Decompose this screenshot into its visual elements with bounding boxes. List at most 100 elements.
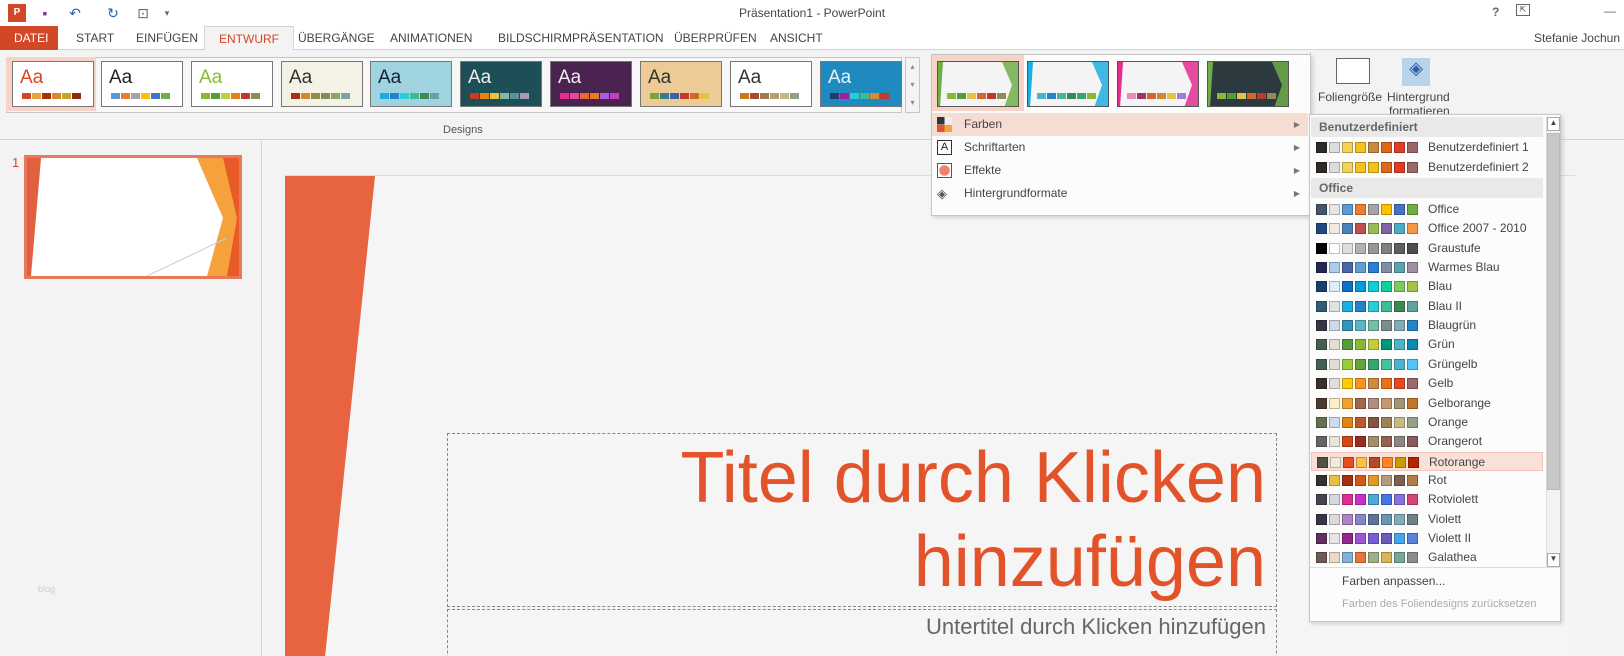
variant-thumbnail[interactable] bbox=[1207, 61, 1289, 107]
color-scheme-swatches bbox=[1316, 339, 1418, 351]
color-scheme-swatches bbox=[1316, 242, 1418, 254]
scrollbar-thumb[interactable] bbox=[1547, 133, 1560, 490]
color-swatch bbox=[1329, 242, 1340, 254]
color-scheme-item[interactable]: Grün bbox=[1311, 335, 1543, 354]
color-swatch bbox=[1257, 93, 1266, 99]
slide-size-icon[interactable] bbox=[1336, 58, 1370, 84]
theme-thumbnail[interactable]: Aa bbox=[191, 61, 273, 107]
color-scheme-item[interactable]: Rotviolett bbox=[1311, 490, 1543, 509]
menu-item-hintergrundformate[interactable]: ◈ Hintergrundformate ▶ bbox=[932, 182, 1308, 205]
theme-thumbnail[interactable]: Aa bbox=[730, 61, 812, 107]
color-scheme-item[interactable]: Graustufe bbox=[1311, 239, 1543, 258]
theme-color-swatches bbox=[380, 93, 439, 99]
color-scheme-item[interactable]: Office 2007 - 2010 bbox=[1311, 219, 1543, 238]
color-swatch bbox=[1355, 204, 1366, 215]
theme-thumbnail[interactable]: Aa bbox=[550, 61, 632, 107]
color-swatch bbox=[997, 93, 1006, 99]
variant-thumbnail[interactable] bbox=[937, 61, 1019, 107]
scroll-down-icon[interactable]: ▼ bbox=[1547, 553, 1560, 567]
format-background-icon[interactable]: ◈ bbox=[1402, 58, 1430, 86]
color-swatch bbox=[1316, 416, 1327, 428]
theme-thumbnail[interactable]: Aa bbox=[370, 61, 452, 107]
minimize-button[interactable]: — bbox=[1604, 4, 1616, 18]
color-scheme-item[interactable]: Gelborange bbox=[1311, 394, 1543, 413]
tab-animationen[interactable]: ANIMATIONEN bbox=[376, 26, 486, 50]
submenu-arrow-icon: ▶ bbox=[1293, 166, 1300, 175]
color-scheme-name: Warmes Blau bbox=[1428, 260, 1500, 275]
section-header-custom: Benutzerdefiniert bbox=[1311, 117, 1543, 137]
color-scheme-name: Gelb bbox=[1428, 376, 1454, 391]
scroll-up-icon[interactable]: ▲ bbox=[1547, 117, 1560, 131]
color-scheme-item[interactable]: Violett II bbox=[1311, 529, 1543, 548]
color-swatch bbox=[1267, 93, 1276, 99]
color-scheme-item[interactable]: Orangerot bbox=[1311, 432, 1543, 451]
color-swatch bbox=[380, 93, 389, 99]
color-scheme-item[interactable]: Violett bbox=[1311, 510, 1543, 529]
color-swatch bbox=[1330, 456, 1341, 468]
color-scheme-item[interactable]: Rotorange bbox=[1311, 451, 1543, 471]
slide-thumbnail[interactable] bbox=[24, 155, 242, 279]
tab-start[interactable]: START bbox=[62, 26, 128, 50]
format-background-button[interactable]: Hintergrund bbox=[1387, 90, 1450, 104]
menu-item-schriftarten[interactable]: A Schriftarten ▶ bbox=[932, 136, 1308, 159]
submenu-scrollbar[interactable]: ▲ ▼ bbox=[1546, 117, 1560, 567]
color-scheme-item[interactable]: Benutzerdefiniert 1 bbox=[1311, 138, 1543, 157]
theme-thumbnail[interactable]: Aa bbox=[460, 61, 542, 107]
color-scheme-item[interactable]: Benutzerdefiniert 2 bbox=[1311, 158, 1543, 177]
variant-thumbnail[interactable] bbox=[1117, 61, 1199, 107]
color-swatch bbox=[1329, 552, 1340, 564]
color-scheme-item[interactable]: Grüngelb bbox=[1311, 355, 1543, 374]
color-scheme-item[interactable]: Rot bbox=[1311, 471, 1543, 490]
color-swatch bbox=[1316, 300, 1327, 312]
color-swatch bbox=[1368, 378, 1379, 390]
tab-datei[interactable]: DATEI bbox=[0, 26, 58, 50]
tab-ueberpruefen[interactable]: ÜBERPRÜFEN bbox=[660, 26, 771, 50]
tab-uebergaenge[interactable]: ÜBERGÄNGE bbox=[284, 26, 389, 50]
color-swatch bbox=[1316, 242, 1327, 254]
color-swatch bbox=[141, 93, 150, 99]
help-button[interactable]: ? bbox=[1492, 5, 1499, 19]
variant-thumbnail[interactable] bbox=[1027, 61, 1109, 107]
tab-einfuegen[interactable]: EINFÜGEN bbox=[122, 26, 212, 50]
color-swatch bbox=[1394, 161, 1405, 173]
theme-thumbnail[interactable]: Aa bbox=[101, 61, 183, 107]
color-swatch bbox=[600, 93, 609, 99]
color-scheme-item[interactable]: Orange bbox=[1311, 413, 1543, 432]
tab-entwurf[interactable]: ENTWURF bbox=[204, 26, 294, 51]
ribbon-display-options-icon[interactable]: ⇱ bbox=[1516, 4, 1530, 16]
theme-thumbnail[interactable]: Aa bbox=[820, 61, 902, 107]
gallery-scroll[interactable]: ▴ ▾ ▾ bbox=[905, 57, 920, 113]
color-scheme-item[interactable]: Galathea bbox=[1311, 548, 1543, 567]
slide-size-button[interactable]: Foliengröße bbox=[1318, 90, 1382, 104]
color-swatch bbox=[390, 93, 399, 99]
subtitle-placeholder[interactable]: Untertitel durch Klicken hinzufügen bbox=[447, 609, 1277, 656]
color-swatch bbox=[1394, 242, 1405, 254]
theme-thumbnail[interactable]: Aa bbox=[281, 61, 363, 107]
color-scheme-item[interactable]: Blaugrün bbox=[1311, 316, 1543, 335]
color-swatch bbox=[62, 93, 71, 99]
color-swatch bbox=[1329, 142, 1340, 153]
color-swatch bbox=[341, 93, 350, 99]
color-scheme-item[interactable]: Gelb bbox=[1311, 374, 1543, 393]
color-swatch bbox=[1329, 358, 1340, 370]
color-swatch bbox=[400, 93, 409, 99]
customize-colors-item[interactable]: Farben anpassen... bbox=[1342, 574, 1445, 588]
color-swatch bbox=[1381, 494, 1392, 506]
color-scheme-item[interactable]: Warmes Blau bbox=[1311, 258, 1543, 277]
color-swatch bbox=[690, 93, 699, 99]
color-scheme-item[interactable]: Blau II bbox=[1311, 297, 1543, 316]
theme-thumbnail[interactable]: Aa bbox=[12, 61, 94, 107]
color-swatch bbox=[1394, 142, 1405, 153]
color-swatch bbox=[500, 93, 509, 99]
color-swatch bbox=[1407, 300, 1418, 312]
tab-bildschirmpraesentation[interactable]: BILDSCHIRMPRÄSENTATION bbox=[484, 26, 678, 50]
color-swatch bbox=[1316, 320, 1327, 332]
tab-ansicht[interactable]: ANSICHT bbox=[756, 26, 837, 50]
menu-item-farben[interactable]: Farben ▶ bbox=[932, 113, 1308, 136]
theme-thumbnail[interactable]: Aa bbox=[640, 61, 722, 107]
color-scheme-item[interactable]: Blau bbox=[1311, 277, 1543, 296]
color-scheme-item[interactable]: Office bbox=[1311, 200, 1543, 219]
color-swatch bbox=[977, 93, 986, 99]
menu-item-effekte[interactable]: Effekte ▶ bbox=[932, 159, 1308, 182]
title-placeholder[interactable]: Titel durch Klicken hinzufügen bbox=[447, 433, 1277, 607]
